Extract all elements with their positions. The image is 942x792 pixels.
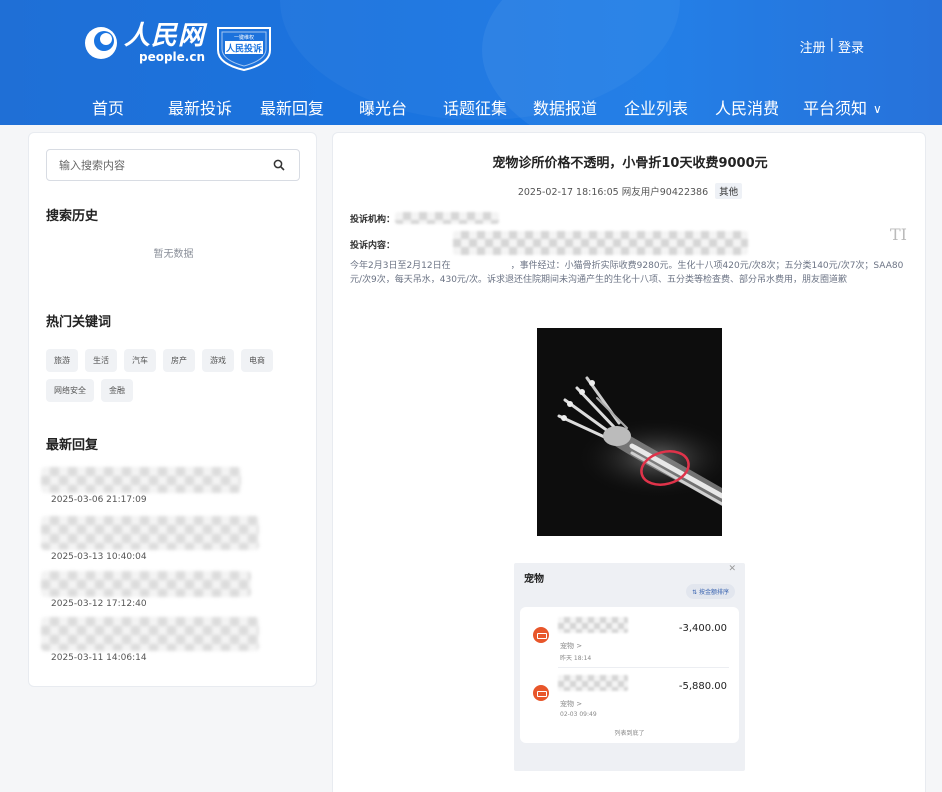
org-label: 投诉机构： <box>350 215 396 225</box>
wallet-icon <box>533 685 549 701</box>
hot-tag[interactable]: 房产 <box>163 349 195 372</box>
complaint-meta: 2025-02-17 18:16:05 网友用户90422386 其他 <box>333 183 927 199</box>
register-link[interactable]: 注册 <box>800 37 826 56</box>
chevron-down-icon: ∨ <box>873 102 882 116</box>
complaint-detail: 宠物诊所价格不透明，小骨折10天收费9000元 2025-02-17 18:16… <box>332 132 926 792</box>
complaint-user: 网友用户90422386 <box>621 187 709 198</box>
reply-time: 2025-03-11 14:06:14 <box>51 653 147 663</box>
complaint-content: 今年2月3日至2月12日在 ，事件经过：小猫骨折实际收费9280元。生化十八项42… <box>350 259 910 287</box>
hot-keywords-list: 旅游 生活 汽车 房产 游戏 电商 网络安全 金融 <box>46 349 286 402</box>
hot-tag[interactable]: 游戏 <box>202 349 234 372</box>
latest-replies-title: 最新回复 <box>46 438 99 453</box>
reply-time: 2025-03-12 17:12:40 <box>51 599 147 609</box>
complaint-category: 其他 <box>715 183 743 199</box>
site-header: 人民网 people.cn 一键维权 人民投诉 注册 | 登录 首页 最新投诉 … <box>0 0 942 125</box>
login-link[interactable]: 登录 <box>838 37 864 56</box>
reply-time: 2025-03-06 21:17:09 <box>51 495 147 505</box>
merchant-redacted <box>558 675 628 691</box>
pay-divider <box>558 667 729 668</box>
org-name-redacted <box>395 212 499 224</box>
pay-category: 宠物 > <box>560 700 583 708</box>
nav-platform-notice[interactable]: 平台须知 ∨ <box>803 95 882 119</box>
content-start: 今年2月3日至2月12日在 <box>350 261 451 271</box>
payment-screenshot: 宠物 ✕ ⇅ 按金额排序 宠物 > 昨天 18:14 -3,400.00 宠物 … <box>514 563 745 771</box>
merchant-redacted <box>558 617 628 633</box>
hot-tag[interactable]: 网络安全 <box>46 379 94 402</box>
pay-sort-button: ⇅ 按金额排序 <box>686 584 735 599</box>
search-history-title: 搜索历史 <box>46 209 99 224</box>
watermark-text: TI <box>890 225 907 244</box>
search-box <box>46 149 300 181</box>
auth-links: 注册 | 登录 <box>800 37 864 56</box>
nav-exposure[interactable]: 曝光台 <box>359 95 407 119</box>
badge-main-text: 人民投诉 <box>225 43 262 55</box>
hot-tag[interactable]: 电商 <box>241 349 273 372</box>
close-icon: ✕ <box>728 564 736 574</box>
hot-tag[interactable]: 旅游 <box>46 349 78 372</box>
logo-name-cn: 人民网 <box>124 21 206 51</box>
nav-topics[interactable]: 话题征集 <box>443 95 507 119</box>
nav-latest-complaints[interactable]: 最新投诉 <box>168 95 232 119</box>
content-label: 投诉内容： <box>350 241 396 251</box>
auth-separator: | <box>829 37 834 52</box>
reply-item[interactable]: 2025-03-13 10:40:04 <box>41 516 281 562</box>
pay-list-end: 列表到底了 <box>614 730 645 737</box>
logo-name-en: people.cn <box>138 50 206 64</box>
reply-title-redacted <box>41 571 251 597</box>
hot-tag[interactable]: 金融 <box>101 379 133 402</box>
pay-amount: -3,400.00 <box>678 623 727 634</box>
pay-row: 宠物 > 02-03 09:49 -5,880.00 <box>520 671 739 731</box>
pay-title: 宠物 <box>524 574 544 585</box>
complaint-title: 宠物诊所价格不透明，小骨折10天收费9000元 <box>492 156 768 171</box>
sidebar: 搜索历史 暂无数据 热门关键词 旅游 生活 汽车 房产 游戏 电商 网络安全 金… <box>28 132 317 687</box>
reply-item[interactable]: 2025-03-11 14:06:14 <box>41 617 281 663</box>
content-redacted-top <box>453 231 748 255</box>
xray-image <box>537 328 722 536</box>
hot-keywords-title: 热门关键词 <box>46 315 112 330</box>
reply-title-redacted <box>41 617 259 651</box>
pay-date: 02-03 09:49 <box>560 711 597 718</box>
reply-item[interactable]: 2025-03-06 21:17:09 <box>41 467 261 505</box>
nav-platform-notice-label: 平台须知 <box>803 99 868 118</box>
hot-tag[interactable]: 汽车 <box>124 349 156 372</box>
nav-home[interactable]: 首页 <box>92 95 124 119</box>
nav-latest-replies[interactable]: 最新回复 <box>260 95 324 119</box>
pay-category: 宠物 > <box>560 642 583 650</box>
reply-title-redacted <box>41 467 241 493</box>
reply-title-redacted <box>41 516 259 550</box>
wallet-icon <box>533 627 549 643</box>
complaint-badge-logo[interactable]: 一键维权 人民投诉 <box>212 22 276 72</box>
search-input[interactable] <box>47 150 265 180</box>
pay-row: 宠物 > 昨天 18:14 -3,400.00 <box>520 613 739 673</box>
complaint-datetime: 2025-02-17 18:16:05 <box>517 187 619 198</box>
pay-amount: -5,880.00 <box>678 681 727 692</box>
reply-item[interactable]: 2025-03-12 17:12:40 <box>41 571 261 609</box>
nav-companies[interactable]: 企业列表 <box>624 95 688 119</box>
people-logo[interactable]: 人民网 people.cn <box>82 22 205 63</box>
nav-data-reports[interactable]: 数据报道 <box>533 95 597 119</box>
main-nav: 首页 最新投诉 最新回复 曝光台 话题征集 数据报道 企业列表 人民消费 平台须… <box>0 90 942 122</box>
badge-top-text: 一键维权 <box>234 34 254 41</box>
hot-tag[interactable]: 生活 <box>85 349 117 372</box>
reply-time: 2025-03-13 10:40:04 <box>51 552 147 562</box>
pay-list: 宠物 > 昨天 18:14 -3,400.00 宠物 > 02-03 09:49… <box>520 607 739 743</box>
nav-consumption[interactable]: 人民消费 <box>715 95 779 119</box>
search-icon[interactable] <box>265 151 293 179</box>
pay-date: 昨天 18:14 <box>560 655 592 662</box>
people-logo-icon <box>85 26 117 59</box>
search-history-empty: 暂无数据 <box>153 249 194 260</box>
